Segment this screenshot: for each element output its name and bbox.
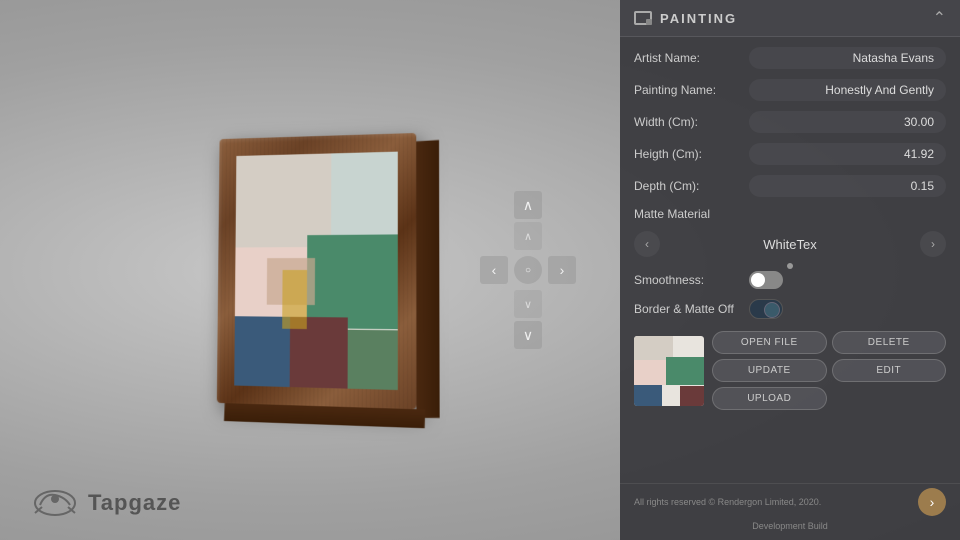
thumb-block [680,386,705,406]
painting-name-value[interactable]: Honestly And Gently [749,79,946,101]
art-block [307,234,398,329]
thumb-block [666,357,705,385]
nav-down2-button[interactable]: ∨ [514,290,542,318]
footer-row: All rights reserved © Rendergon Limited,… [634,488,946,516]
border-matte-row: Border & Matte Off [634,299,946,319]
art-block [347,329,397,390]
frame-side-right [416,140,439,418]
nav-left-button[interactable]: ‹ [480,256,508,284]
open-file-button[interactable]: OPEN FILE [712,331,827,354]
thumbnail-actions: OPEN FILE DELETE UPDATE EDIT UPLOAD [634,331,946,410]
edit-button[interactable]: EDIT [832,359,947,382]
logo: Tapgaze [30,485,181,520]
painting-name-label: Painting Name: [634,83,749,97]
properties-panel: PAINTING ⌃ Artist Name: Natasha Evans Pa… [620,0,960,540]
thumb-block [634,385,662,406]
nav-controls: ∧ ∧ ‹ ○ › ∨ ∨ [480,191,576,349]
dev-build-text: Development Build [752,521,828,531]
artist-value[interactable]: Natasha Evans [749,47,946,69]
border-matte-label: Border & Matte Off [634,302,749,316]
upload-button[interactable]: UPLOAD [712,387,827,410]
panel-body: Artist Name: Natasha Evans Painting Name… [620,37,960,483]
thumb-block [634,360,666,385]
footer-nav-button[interactable]: › [918,488,946,516]
height-label: Heigth (Cm): [634,147,749,161]
material-name: WhiteTex [668,237,912,252]
copyright-text: All rights reserved © Rendergon Limited,… [634,497,821,507]
nav-up-button[interactable]: ∧ [514,191,542,219]
action-buttons: OPEN FILE DELETE UPDATE EDIT UPLOAD [712,331,946,410]
panel-collapse-button[interactable]: ⌃ [933,8,946,28]
depth-row: Depth (Cm): 0.15 [634,175,946,197]
panel-header-left: PAINTING [634,11,737,26]
width-value[interactable]: 30.00 [749,111,946,133]
width-label: Width (Cm): [634,115,749,129]
action-row-3: UPLOAD [712,387,946,410]
depth-label: Depth (Cm): [634,179,749,193]
width-row: Width (Cm): 30.00 [634,111,946,133]
material-indicator [787,263,793,269]
matte-section-label: Matte Material [634,207,946,221]
thumbnail-art [634,336,704,406]
material-prev-button[interactable]: ‹ [634,231,660,257]
logo-text: Tapgaze [88,490,181,516]
painting-art [234,152,398,390]
smoothness-toggle[interactable] [749,271,783,289]
artist-row: Artist Name: Natasha Evans [634,47,946,69]
nav-up2-button[interactable]: ∧ [514,222,542,250]
nav-down-button[interactable]: ∨ [514,321,542,349]
nav-center-button[interactable]: ○ [514,256,542,284]
smoothness-label: Smoothness: [634,273,749,287]
painting-frame [217,133,417,409]
panel-header: PAINTING ⌃ [620,0,960,37]
art-accent [282,270,307,329]
painting-canvas [234,152,398,390]
painting-icon [634,11,652,25]
nav-right-button[interactable]: › [548,256,576,284]
smoothness-row: Smoothness: [634,271,946,289]
painting-thumbnail [634,336,704,406]
depth-value[interactable]: 0.15 [749,175,946,197]
height-value[interactable]: 41.92 [749,143,946,165]
delete-button[interactable]: DELETE [832,331,947,354]
action-row-2: UPDATE EDIT [712,359,946,382]
logo-icon [30,485,80,520]
frame-side-bottom [224,403,425,428]
painting-name-row: Painting Name: Honestly And Gently [634,79,946,101]
art-block [331,152,397,247]
material-next-button[interactable]: › [920,231,946,257]
update-button[interactable]: UPDATE [712,359,827,382]
action-row-1: OPEN FILE DELETE [712,331,946,354]
panel-footer: All rights reserved © Rendergon Limited,… [620,483,960,540]
material-selector: ‹ WhiteTex › [634,231,946,257]
artist-label: Artist Name: [634,51,749,65]
panel-title: PAINTING [660,11,737,26]
border-matte-toggle[interactable] [749,299,783,319]
height-row: Heigth (Cm): 41.92 [634,143,946,165]
painting-3d [217,133,417,409]
